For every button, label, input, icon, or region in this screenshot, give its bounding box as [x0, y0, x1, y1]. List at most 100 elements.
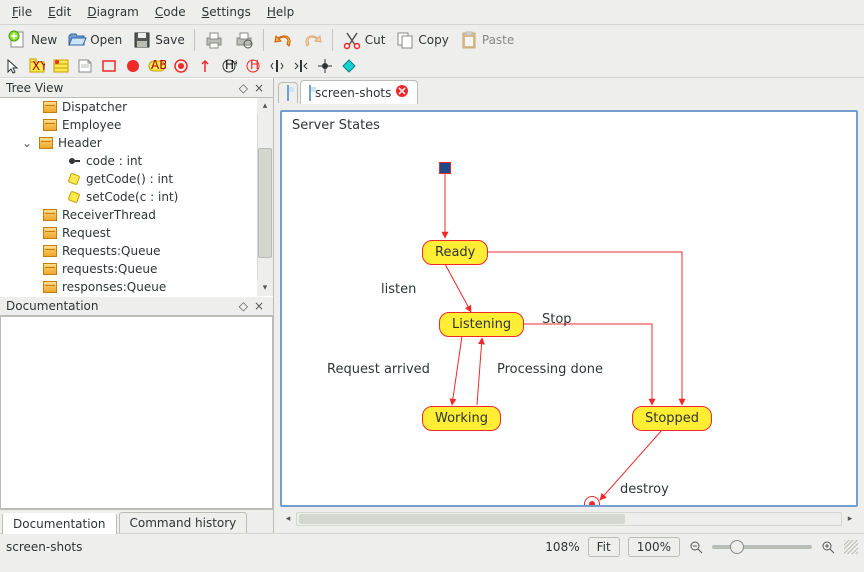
svg-text:H: H [250, 58, 259, 72]
menu-diagram[interactable]: Diagram [79, 2, 147, 22]
state-listening[interactable]: Listening [439, 312, 524, 337]
menu-help[interactable]: Help [259, 2, 302, 22]
scroll-thumb[interactable] [299, 514, 625, 524]
tree-item-label: Requests:Queue [62, 244, 160, 258]
history-shallow-icon[interactable]: H* [220, 57, 238, 75]
save-floppy-icon [132, 30, 152, 50]
canvas-tab-screen-shots[interactable]: screen-shots [300, 80, 418, 104]
tree-scrollbar[interactable]: ▴ ▾ [257, 98, 273, 296]
open-button[interactable]: Open [63, 27, 126, 53]
documentation-textarea[interactable] [0, 316, 273, 509]
scroll-right-icon[interactable]: ▸ [842, 512, 858, 526]
open-label: Open [90, 33, 122, 47]
menu-settings[interactable]: Settings [194, 2, 259, 22]
zoom-out-icon[interactable] [688, 539, 704, 555]
tree-item-label: Employee [62, 118, 121, 132]
menu-edit[interactable]: Edit [40, 2, 79, 22]
separator [263, 29, 264, 51]
cut-button[interactable]: Cut [338, 27, 390, 53]
resize-grip-icon[interactable] [844, 540, 858, 554]
tree-item-attr-code[interactable]: code : int [0, 152, 273, 170]
scroll-left-icon[interactable]: ◂ [280, 512, 296, 526]
save-label: Save [155, 33, 184, 47]
copy-button[interactable]: Copy [391, 27, 452, 53]
close-panel-icon[interactable]: × [251, 81, 267, 95]
tree-item-label: code : int [86, 154, 142, 168]
scroll-thumb[interactable] [258, 148, 272, 258]
tab-documentation[interactable]: Documentation [2, 513, 117, 534]
tree-item-header[interactable]: ⌄ Header [0, 134, 273, 152]
package-icon[interactable]: XYZ [28, 57, 46, 75]
tree-item-label: getCode() : int [86, 172, 173, 186]
zoom-fit-button[interactable]: Fit [588, 537, 620, 557]
tree-view[interactable]: Dispatcher Employee ⌄ Header code : int g… [0, 98, 273, 296]
main-toolbar: New Open Save Cut Copy Paste [0, 25, 864, 55]
pointer-tool-icon[interactable] [4, 57, 22, 75]
tree-item-op-getcode[interactable]: getCode() : int [0, 170, 273, 188]
final-state-node[interactable] [584, 496, 600, 507]
junction-icon[interactable] [316, 57, 334, 75]
canvas-horizontal-scrollbar[interactable]: ◂ ▸ [280, 511, 858, 527]
zoom-in-icon[interactable] [820, 539, 836, 555]
undo-button[interactable] [269, 27, 297, 53]
tree-expander-icon[interactable]: ⌄ [22, 136, 32, 150]
state-ready[interactable]: Ready [422, 240, 488, 265]
tree-item-requests-queue-2[interactable]: requests:Queue [0, 260, 273, 278]
zoom-100-button[interactable]: 100% [628, 537, 680, 557]
initial-state-node[interactable] [439, 162, 451, 174]
choice-icon[interactable] [340, 57, 358, 75]
tree-item-responses-queue[interactable]: responses:Queue [0, 278, 273, 296]
note-icon[interactable] [76, 57, 94, 75]
tree-item-label: requests:Queue [62, 262, 157, 276]
join-icon[interactable] [292, 57, 310, 75]
diagram-toolbar: XYZ ABC H* H [0, 55, 864, 78]
fork-icon[interactable] [268, 57, 286, 75]
redo-button[interactable] [299, 27, 327, 53]
tree-item-request[interactable]: Request [0, 224, 273, 242]
menubar: File Edit Diagram Code Settings Help [0, 0, 864, 25]
tree-item-employee[interactable]: Employee [0, 116, 273, 134]
detach-panel-icon[interactable]: ◇ [236, 299, 251, 313]
canvas-tab-label: screen-shots [315, 86, 391, 100]
separator [332, 29, 333, 51]
print-button[interactable] [200, 27, 228, 53]
left-pane: Tree View ◇ × Dispatcher Employee ⌄Heade… [0, 78, 274, 533]
tree-item-label: Header [58, 136, 102, 150]
state-stopped[interactable]: Stopped [632, 406, 712, 431]
menu-file[interactable]: File [4, 2, 40, 22]
scroll-down-icon[interactable]: ▾ [257, 280, 273, 296]
diagram-canvas[interactable]: Server States [280, 110, 858, 507]
tree-item-requests-queue-1[interactable]: Requests:Queue [0, 242, 273, 260]
final-state-icon[interactable] [172, 57, 190, 75]
new-button[interactable]: New [4, 27, 61, 53]
close-tab-icon[interactable] [395, 84, 409, 101]
close-panel-icon[interactable]: × [251, 299, 267, 313]
canvas-tab-unnamed[interactable] [278, 82, 298, 103]
tree-item-receiverthread[interactable]: ReceiverThread [0, 206, 273, 224]
zoom-percent-label: 108% [545, 540, 579, 554]
tab-command-history[interactable]: Command history [119, 512, 248, 533]
left-bottom-tabs: Documentation Command history [0, 509, 273, 533]
save-button[interactable]: Save [128, 27, 188, 53]
tree-item-dispatcher[interactable]: Dispatcher [0, 98, 273, 116]
box-tool-icon[interactable] [100, 57, 118, 75]
paste-button[interactable]: Paste [455, 27, 518, 53]
class-icon[interactable] [52, 57, 70, 75]
detach-panel-icon[interactable]: ◇ [236, 81, 251, 95]
history-deep-icon[interactable]: H [244, 57, 262, 75]
zoom-slider-knob[interactable] [730, 540, 744, 554]
state-working[interactable]: Working [422, 406, 501, 431]
scroll-up-icon[interactable]: ▴ [257, 98, 273, 114]
paste-clipboard-icon [459, 30, 479, 50]
copy-icon [395, 30, 415, 50]
transition-icon[interactable] [196, 57, 214, 75]
print-preview-button[interactable] [230, 27, 258, 53]
initial-state-icon[interactable] [124, 57, 142, 75]
menu-code[interactable]: Code [147, 2, 194, 22]
zoom-slider[interactable] [712, 545, 812, 549]
tree-item-op-setcode[interactable]: setCode(c : int) [0, 188, 273, 206]
transition-label-stop: Stop [542, 312, 572, 327]
state-icon[interactable]: ABC [148, 57, 166, 75]
tree-item-label: ReceiverThread [62, 208, 156, 222]
documentation-header: Documentation ◇ × [0, 296, 273, 316]
